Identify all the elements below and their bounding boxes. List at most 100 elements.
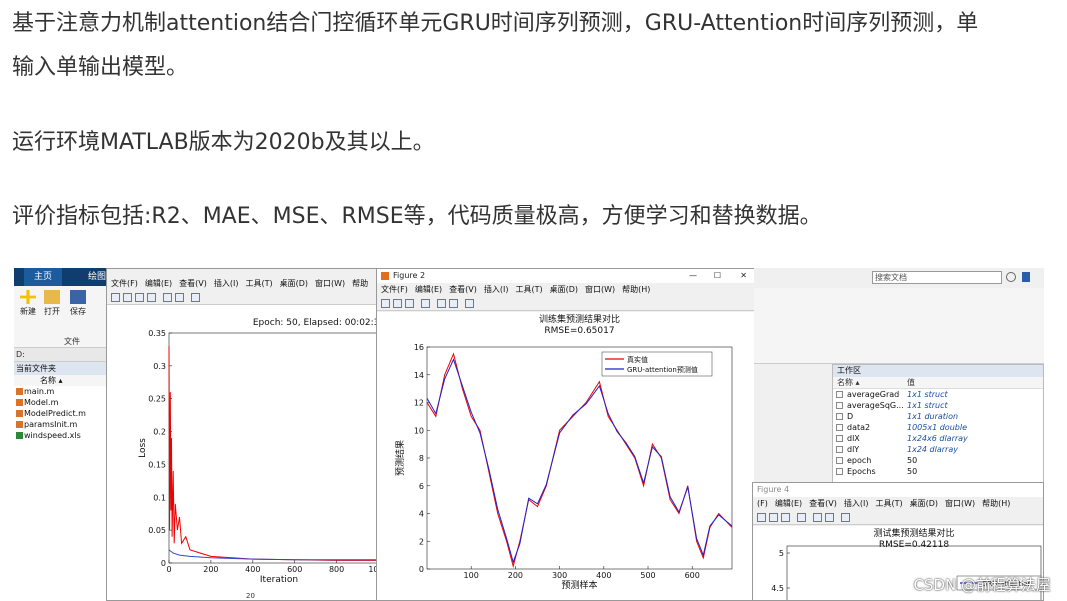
x-tick-label: 800 <box>329 565 344 574</box>
y-tick-label: 0.3 <box>153 362 166 371</box>
menu-file[interactable]: (F) <box>757 499 768 508</box>
open-button[interactable]: 打开 <box>40 290 64 317</box>
colorbar-icon[interactable] <box>437 299 446 308</box>
pointer-icon[interactable] <box>465 299 474 308</box>
legend-icon[interactable] <box>449 299 458 308</box>
menu-tools[interactable]: 工具(T) <box>515 285 542 294</box>
y-tick-label: 2 <box>419 537 424 546</box>
menu-view[interactable]: 查看(V) <box>179 279 207 288</box>
colorbar-icon[interactable] <box>163 293 172 302</box>
file-item[interactable]: paramsInit.m <box>14 419 106 430</box>
x-tick-label: 0 <box>166 565 171 574</box>
new-figure-icon[interactable] <box>111 293 120 302</box>
var-name: dlX <box>847 434 860 443</box>
csdn-watermark: CSDN @前程算法屋 <box>913 576 1051 594</box>
menu-insert[interactable]: 插入(I) <box>214 279 239 288</box>
print-icon[interactable] <box>421 299 430 308</box>
y-tick-label: 0.05 <box>148 526 166 535</box>
figure-2-title: Figure 2 <box>393 271 426 280</box>
menu-view[interactable]: 查看(V) <box>449 285 477 294</box>
search-icon[interactable] <box>1006 272 1016 282</box>
variable-icon <box>836 391 843 398</box>
tab-home[interactable]: 主页 <box>24 268 63 286</box>
figure-4-menubar: (F) 编辑(E) 查看(V) 插入(I) 工具(T) 桌面(D) 窗口(W) 帮助(H) <box>753 497 1043 510</box>
address-bar[interactable]: D: <box>14 348 106 362</box>
menu-edit[interactable]: 编辑(E) <box>145 279 172 288</box>
workspace-row[interactable]: dlY 1x24 dlarray <box>833 444 1043 455</box>
y-tick-label: 0 <box>419 565 424 574</box>
open-icon[interactable] <box>769 513 778 522</box>
var-value: 1005x1 double <box>907 423 967 432</box>
folder-icon <box>44 290 60 304</box>
plot-area <box>168 332 390 564</box>
new-figure-icon[interactable] <box>757 513 766 522</box>
save-label: 保存 <box>70 307 86 316</box>
menu-insert[interactable]: 插入(I) <box>844 499 869 508</box>
print-icon[interactable] <box>147 293 156 302</box>
file-item[interactable]: main.m <box>14 386 106 397</box>
notification-icon[interactable] <box>1022 272 1030 282</box>
open-icon[interactable] <box>123 293 132 302</box>
address-value: D: <box>16 350 25 359</box>
train-prediction-chart: 训练集预测结果对比RMSE=0.65017 100 200 300 400 500 600 0… <box>394 313 733 591</box>
matlab-logo-icon <box>381 272 389 280</box>
menu-tools[interactable]: 工具(T) <box>875 499 902 508</box>
workspace-row[interactable]: epoch 50 <box>833 455 1043 466</box>
save-icon[interactable] <box>781 513 790 522</box>
menu-help[interactable]: 帮助(H) <box>622 285 650 294</box>
y-tick-label: 4 <box>419 510 424 519</box>
pointer-icon[interactable] <box>841 513 850 522</box>
workspace-row[interactable]: D 1x1 duration <box>833 411 1043 422</box>
new-button[interactable]: 新建 <box>16 290 40 317</box>
bottom-number: 20 <box>246 592 255 600</box>
matlab-screenshot: 主页 绘图 新建 打开 保存 文件 D: 当前文件夹 名称 ▴ main.m M… <box>14 268 1044 601</box>
save-icon[interactable] <box>405 299 414 308</box>
name-column-header[interactable]: 名称 ▴ <box>14 375 106 386</box>
menu-file[interactable]: 文件(F) <box>381 285 408 294</box>
menu-help[interactable]: 帮助(H) <box>982 499 1010 508</box>
workspace-row[interactable]: data2 1005x1 double <box>833 422 1043 433</box>
menu-desktop[interactable]: 桌面(D) <box>550 285 578 294</box>
pointer-icon[interactable] <box>191 293 200 302</box>
search-placeholder: 搜索文档 <box>875 273 907 282</box>
workspace-row[interactable]: averageSqG... 1x1 struct <box>833 400 1043 411</box>
workspace-row[interactable]: dlX 1x24x6 dlarray <box>833 433 1043 444</box>
minimize-icon[interactable]: — <box>689 269 697 283</box>
ribbon-right <box>754 288 1044 364</box>
close-icon[interactable]: ✕ <box>740 269 747 283</box>
menu-window[interactable]: 窗口(W) <box>945 499 975 508</box>
y-tick-label: 5 <box>779 549 784 558</box>
save-button[interactable]: 保存 <box>66 290 90 317</box>
legend-icon[interactable] <box>175 293 184 302</box>
ws-name-header[interactable]: 名称 ▴ <box>837 377 860 389</box>
menu-window[interactable]: 窗口(W) <box>585 285 615 294</box>
maximize-icon[interactable]: ☐ <box>714 269 721 283</box>
colorbar-icon[interactable] <box>813 513 822 522</box>
menu-view[interactable]: 查看(V) <box>809 499 837 508</box>
menu-window[interactable]: 窗口(W) <box>315 279 345 288</box>
x-tick-label: 100 <box>464 571 479 580</box>
legend-icon[interactable] <box>825 513 834 522</box>
file-item[interactable]: windspeed.xls <box>14 430 106 441</box>
new-figure-icon[interactable] <box>381 299 390 308</box>
menu-edit[interactable]: 编辑(E) <box>775 499 802 508</box>
y-tick-label: 8 <box>419 454 424 463</box>
menu-desktop[interactable]: 桌面(D) <box>910 499 938 508</box>
menu-desktop[interactable]: 桌面(D) <box>280 279 308 288</box>
menu-insert[interactable]: 插入(I) <box>484 285 509 294</box>
file-item[interactable]: Model.m <box>14 397 106 408</box>
variable-icon <box>836 446 843 453</box>
menu-tools[interactable]: 工具(T) <box>245 279 272 288</box>
workspace-row[interactable]: averageGrad 1x1 struct <box>833 389 1043 400</box>
save-icon[interactable] <box>135 293 144 302</box>
workspace-row[interactable]: Epochs 50 <box>833 466 1043 477</box>
search-docs-input[interactable]: 搜索文档 <box>872 271 1002 284</box>
file-item[interactable]: ModelPredict.m <box>14 408 106 419</box>
open-icon[interactable] <box>393 299 402 308</box>
menu-help[interactable]: 帮助 <box>352 279 368 288</box>
menu-edit[interactable]: 编辑(E) <box>415 285 442 294</box>
menu-file[interactable]: 文件(F) <box>111 279 138 288</box>
m-file-icon <box>16 410 23 417</box>
ws-value-header[interactable]: 值 <box>907 377 915 389</box>
print-icon[interactable] <box>797 513 806 522</box>
